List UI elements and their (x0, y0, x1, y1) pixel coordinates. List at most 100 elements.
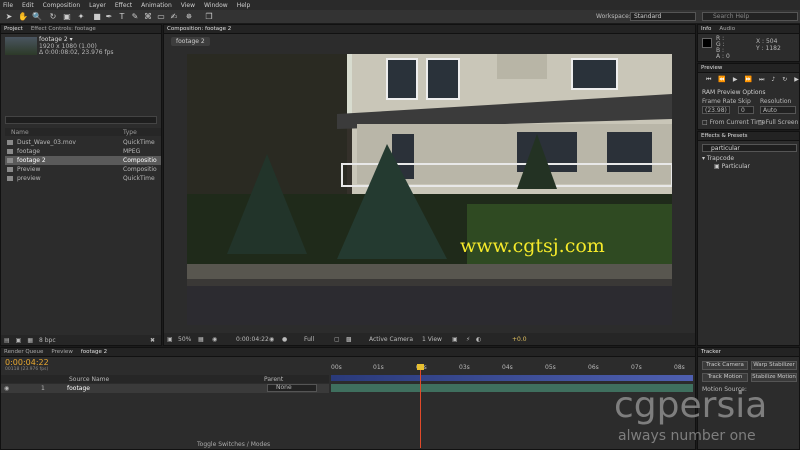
interpret-footage-icon[interactable]: ▤ (4, 337, 10, 344)
tab-effect-controls[interactable]: Effect Controls: footage (31, 26, 96, 32)
pan-behind-tool-icon[interactable]: ✦ (76, 12, 86, 22)
menu-file[interactable]: File (3, 2, 13, 9)
effects-item-particular[interactable]: ▣ Particular (714, 163, 750, 170)
transparency-grid-icon[interactable]: ▩ (346, 336, 352, 343)
brush-tool-icon[interactable]: ✎ (130, 12, 140, 22)
eraser-tool-icon[interactable]: ▭ (156, 12, 166, 22)
always-preview-icon[interactable]: ▣ (167, 336, 173, 343)
project-row[interactable]: Preview Compositio (5, 165, 161, 174)
roto-brush-icon[interactable]: ✍ (169, 12, 179, 22)
project-row[interactable]: Dust_Wave_03.mov QuickTime (5, 138, 161, 147)
safe-zones-icon[interactable]: ▦ (198, 336, 204, 343)
menu-layer[interactable]: Layer (89, 2, 106, 9)
last-frame-icon[interactable]: ⏭ (759, 76, 764, 84)
ram-preview-options[interactable]: RAM Preview Options (702, 89, 766, 96)
menu-animation[interactable]: Animation (141, 2, 172, 9)
tab-project[interactable]: Project (4, 26, 23, 32)
snapshot-icon[interactable]: ◉ (212, 336, 217, 343)
tab-preview-comp[interactable]: Preview (51, 349, 72, 355)
layer-name[interactable]: footage (67, 385, 90, 392)
mask-tool-icon[interactable]: ■ (92, 12, 102, 22)
first-frame-icon[interactable]: ⏮ (706, 76, 711, 84)
track-motion-button[interactable]: Track Motion (702, 373, 748, 382)
exposure-value[interactable]: +0.0 (512, 336, 527, 343)
project-row[interactable]: preview QuickTime (5, 174, 161, 183)
type-tool-icon[interactable]: T (117, 12, 127, 22)
snap-icon[interactable]: ❐ (204, 12, 214, 22)
project-row[interactable]: footage MPEG (5, 147, 161, 156)
show-channel-icon[interactable]: ● (282, 336, 287, 343)
mute-icon[interactable]: ♪ (771, 76, 775, 84)
play-icon[interactable]: ▶ (733, 76, 738, 84)
menu-composition[interactable]: Composition (43, 2, 80, 9)
tab-render-queue[interactable]: Render Queue (4, 349, 43, 355)
resolution-select[interactable]: Full (304, 336, 314, 343)
skip-select[interactable]: 0 (738, 106, 754, 114)
new-comp-icon[interactable]: ▦ (27, 337, 33, 344)
current-time[interactable]: 0:00:04:22 (236, 336, 269, 343)
full-screen-checkbox[interactable]: □ Full Screen (758, 119, 798, 126)
zoom-select[interactable]: 50% (178, 336, 191, 343)
visibility-icon[interactable]: ◉ (4, 385, 9, 392)
exposure-icon[interactable]: ◐ (476, 336, 481, 343)
tab-info[interactable]: Info (701, 26, 711, 32)
camera-snapshot-icon[interactable]: ◉ (269, 336, 274, 343)
stabilize-motion-button[interactable]: Stabilize Motion (751, 373, 797, 382)
work-area-bar[interactable] (331, 375, 693, 381)
comp-breadcrumb[interactable]: footage 2 (171, 37, 210, 46)
region-of-interest-icon[interactable]: ▢ (334, 336, 340, 343)
new-folder-icon[interactable]: ▣ (16, 337, 22, 344)
tab-tracker[interactable]: Tracker (701, 349, 721, 355)
project-row[interactable]: footage 2 Compositio (5, 156, 161, 165)
next-frame-icon[interactable]: ⏩ (745, 76, 752, 84)
puppet-tool-icon[interactable]: ✵ (184, 12, 194, 22)
from-current-time-checkbox[interactable]: □ From Current Time (702, 119, 765, 126)
rotate-tool-icon[interactable]: ↻ (48, 12, 58, 22)
frame-rate-select[interactable]: (23.98) (702, 106, 730, 114)
camera-select[interactable]: Active Camera (369, 336, 413, 343)
effects-search-input[interactable]: particular (702, 144, 797, 152)
col-type[interactable]: Type (123, 129, 137, 136)
fast-preview-icon[interactable]: ⚡ (466, 336, 470, 343)
col-name[interactable]: Name (11, 129, 29, 136)
col-source-name[interactable]: Source Name (69, 376, 109, 383)
layer-row[interactable]: ◉ 1 footage None (1, 384, 329, 393)
selection-tool-icon[interactable]: ➤ (4, 12, 14, 22)
tab-footage-2[interactable]: footage 2 (81, 349, 107, 355)
project-search-input[interactable] (5, 116, 157, 124)
time-ruler[interactable]: 00s 01s 02s 03s 04s 05s 06s 07s 08s (331, 364, 693, 374)
tab-composition[interactable]: Composition: footage 2 (167, 26, 231, 32)
menu-effect[interactable]: Effect (115, 2, 132, 9)
bpc-label[interactable]: 8 bpc (39, 337, 56, 344)
view-layout-select[interactable]: 1 View (422, 336, 442, 343)
menu-help[interactable]: Help (237, 2, 251, 9)
menu-window[interactable]: Window (204, 2, 228, 9)
camera-tool-icon[interactable]: ▣ (62, 12, 72, 22)
timeline-timecode[interactable]: 0:00:04:22 (5, 358, 49, 367)
composition-viewer[interactable] (187, 54, 672, 325)
tab-effects-presets[interactable]: Effects & Presets (701, 133, 748, 139)
zoom-tool-icon[interactable]: 🔍 (32, 12, 42, 22)
track-camera-button[interactable]: Track Camera (702, 361, 748, 370)
pen-tool-icon[interactable]: ✒ (104, 12, 114, 22)
col-parent[interactable]: Parent (264, 376, 283, 383)
warp-stabilizer-button[interactable]: Warp Stabilizer (751, 361, 797, 370)
current-time-indicator[interactable] (420, 364, 421, 448)
menu-edit[interactable]: Edit (22, 2, 34, 9)
menu-view[interactable]: View (181, 2, 195, 9)
loop-icon[interactable]: ↻ (782, 76, 787, 84)
tab-audio[interactable]: Audio (719, 26, 735, 32)
effects-group-trapcode[interactable]: ▾ Trapcode (702, 155, 734, 162)
resolution-select[interactable]: Auto (760, 106, 796, 114)
hand-tool-icon[interactable]: ✋ (18, 12, 28, 22)
toggle-pixel-icon[interactable]: ▣ (452, 336, 458, 343)
ram-preview-icon[interactable]: ▶ (794, 76, 799, 84)
parent-select[interactable]: None (267, 384, 317, 392)
tab-preview[interactable]: Preview (701, 65, 722, 71)
prev-frame-icon[interactable]: ⏪ (718, 76, 725, 84)
toggle-switches-modes[interactable]: Toggle Switches / Modes (197, 441, 270, 448)
workspace-select[interactable]: Standard (630, 12, 696, 21)
playhead-handle[interactable] (417, 364, 424, 370)
search-help-input[interactable]: Search Help (702, 12, 798, 21)
trash-icon[interactable]: ✖ (150, 337, 155, 344)
